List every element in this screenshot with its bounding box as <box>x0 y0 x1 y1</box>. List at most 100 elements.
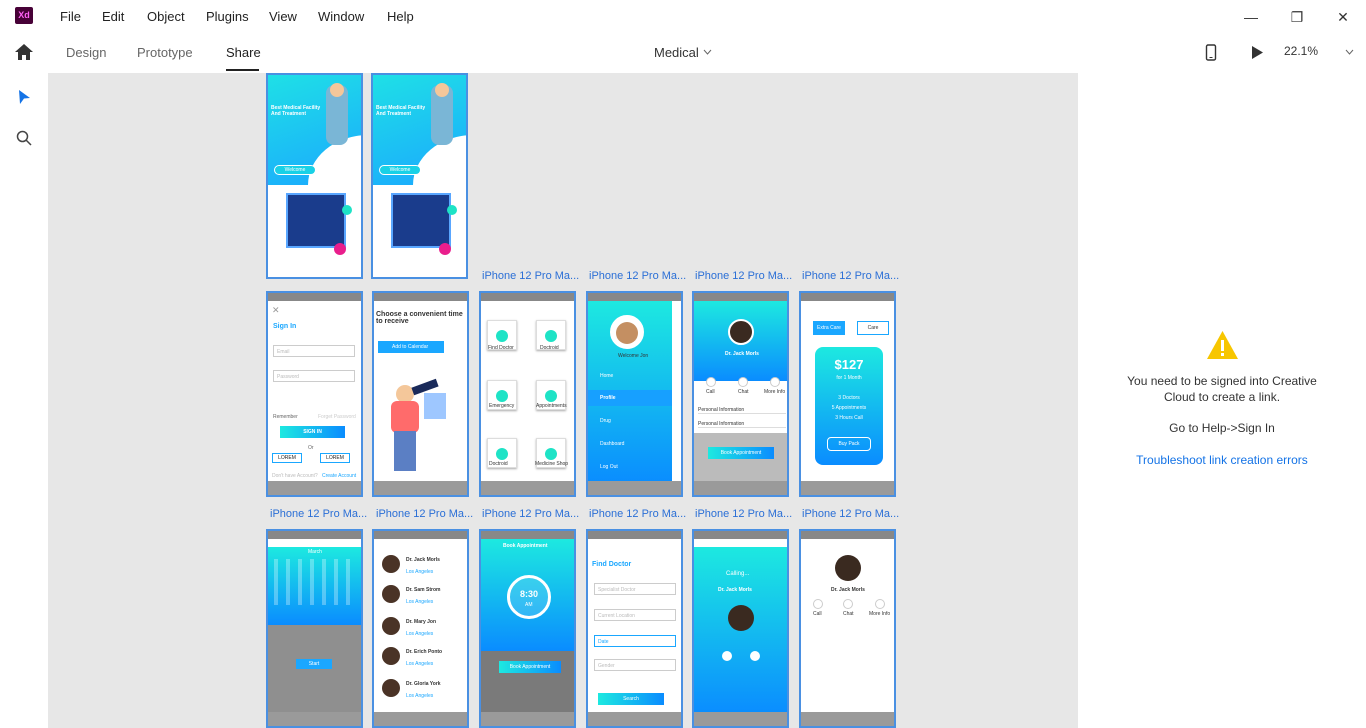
tile-label: Doctroid <box>489 461 508 467</box>
warning-icon <box>1207 331 1238 359</box>
artboard-label[interactable]: iPhone 12 Pro Ma... <box>695 270 792 282</box>
start-button: Start <box>296 659 332 669</box>
tab-design[interactable]: Design <box>66 45 106 60</box>
buy-button: Buy Pack <box>827 437 871 451</box>
mobile-preview-icon[interactable] <box>1205 44 1217 61</box>
doctor-list-name: Dr. Jack Morls <box>406 557 440 563</box>
action-label: More Info <box>764 389 786 395</box>
action-label: Chat <box>843 611 854 617</box>
tab-prototype[interactable]: Prototype <box>137 45 193 60</box>
search-field: Gender <box>594 659 676 671</box>
lorem-button: LOREM <box>272 453 302 463</box>
canvas[interactable]: Best Medical Facility And Treatment Welc… <box>48 73 1078 728</box>
document-title[interactable]: Medical <box>654 45 699 60</box>
find-doctor-title: Find Doctor <box>592 561 632 568</box>
remember-label: Remember <box>273 414 298 420</box>
troubleshoot-link[interactable]: Troubleshoot link creation errors <box>1078 453 1366 467</box>
personal-info-row: Personal Information <box>698 421 786 428</box>
book-title: Book Appointment <box>503 543 548 549</box>
artboard-calling[interactable]: Calling... Dr. Jack Morls <box>692 529 789 728</box>
menu-view[interactable]: View <box>269 9 297 24</box>
search-icon[interactable] <box>16 130 32 146</box>
drawer-item: Log Out <box>600 464 618 470</box>
artboard-dashboard[interactable]: Find Doctor Doctroid Emergency Appointme… <box>479 291 576 497</box>
chevron-down-icon[interactable] <box>703 49 712 55</box>
artboard-label[interactable]: iPhone 12 Pro Ma... <box>376 508 473 520</box>
tile-label: Find Doctor <box>488 345 514 351</box>
artboard-drawer[interactable]: Welcome Jon Home Profile Drug Dashboard … <box>586 291 683 497</box>
artboard-sign-in[interactable]: ✕ Sign In Email Password Remember Forget… <box>266 291 363 497</box>
home-icon[interactable] <box>14 43 34 61</box>
artboard-pricing[interactable]: Extra Care Care $127 for 1 Month 3 Docto… <box>799 291 896 497</box>
maximize-icon[interactable]: ❐ <box>1287 7 1307 27</box>
artboard-label[interactable]: iPhone 12 Pro Ma... <box>802 270 899 282</box>
menu-plugins[interactable]: Plugins <box>206 9 249 24</box>
play-icon[interactable] <box>1251 45 1264 60</box>
search-field: Date <box>594 635 676 647</box>
signin-button: SIGN IN <box>280 426 345 438</box>
artboard-label[interactable]: iPhone 12 Pro Ma... <box>589 270 686 282</box>
no-account: Don't have Account? <box>272 473 318 479</box>
doctor-location: Los Angeles <box>406 569 434 575</box>
artboard-doctor-profile[interactable]: Dr. Jack Morls Call Chat More Info Perso… <box>692 291 789 497</box>
welcome-title: Best Medical Facility And Treatment <box>271 105 321 117</box>
artboard-find-doctor[interactable]: Find Doctor Specialist Doctor Current Lo… <box>586 529 683 728</box>
personal-info-row: Personal Information <box>698 407 786 414</box>
calendar-button: Add to Calendar <box>378 341 444 353</box>
artboard-label[interactable]: iPhone 12 Pro Ma... <box>695 508 792 520</box>
doctor-location: Los Angeles <box>406 631 434 637</box>
plan-tab: Care <box>857 321 889 335</box>
zoom-level[interactable]: 22.1% <box>1284 44 1318 58</box>
doctor-list-name: Dr. Erich Ponto <box>406 649 443 655</box>
artboard-welcome-1[interactable]: Best Medical Facility And Treatment Welc… <box>266 73 363 279</box>
menu-window[interactable]: Window <box>318 9 364 24</box>
sign-in-message: You need to be signed into Creative Clou… <box>1127 374 1317 404</box>
artboard-choose-time[interactable]: Choose a convenient time to receive Add … <box>372 291 469 497</box>
sign-in-hint: Go to Help->Sign In <box>1169 421 1275 435</box>
close-icon[interactable]: ✕ <box>1333 7 1353 27</box>
tile-label: Medicine Shop <box>535 461 569 467</box>
menu-object[interactable]: Object <box>147 9 185 24</box>
tile-label: Doctroid <box>540 345 559 351</box>
menu-help[interactable]: Help <box>387 9 414 24</box>
artboard-welcome-2[interactable]: Best Medical Facility And Treatment Welc… <box>371 73 468 279</box>
artboard-doctor-profile-2[interactable]: Dr. Jack Morls Call Chat More Info <box>799 529 896 728</box>
action-label: More Info <box>869 611 891 617</box>
email-field: Email <box>273 345 355 357</box>
tab-share[interactable]: Share <box>226 45 261 60</box>
left-toolbar <box>0 73 48 728</box>
doctor-name: Dr. Jack Morls <box>725 351 759 357</box>
zoom-dropdown-icon[interactable] <box>1345 49 1354 55</box>
artboard-calendar[interactable]: March Start <box>266 529 363 728</box>
doctor-name: Dr. Jack Morls <box>831 587 865 593</box>
artboard-label[interactable]: iPhone 12 Pro Ma... <box>482 270 579 282</box>
time-ampm: AM <box>525 602 533 608</box>
artboard-label[interactable]: iPhone 12 Pro Ma... <box>589 508 686 520</box>
artboard-label[interactable]: iPhone 12 Pro Ma... <box>802 508 899 520</box>
doctor-location: Los Angeles <box>406 693 434 699</box>
minimize-icon[interactable]: — <box>1241 7 1261 27</box>
search-button: Search <box>598 693 664 705</box>
select-tool-icon[interactable] <box>17 89 31 106</box>
welcome-button: Welcome <box>274 165 316 175</box>
doctor-list-name: Dr. Sam Strom <box>406 587 441 593</box>
menu-file[interactable]: File <box>60 9 81 24</box>
share-panel: You need to be signed into Creative Clou… <box>1078 73 1366 728</box>
password-field: Password <box>273 370 355 382</box>
price-period: for 1 Month <box>836 375 862 381</box>
xd-logo-icon: Xd <box>15 7 33 24</box>
book-button: Book Appointment <box>708 447 774 459</box>
artboard-doctor-list[interactable]: Dr. Jack Morls Los Angeles Dr. Sam Strom… <box>372 529 469 728</box>
calling-status: Calling... <box>726 571 750 577</box>
user-name: Welcome Jon <box>618 353 649 359</box>
search-field: Specialist Doctor <box>594 583 676 595</box>
forgot-link: Forget Password <box>318 414 356 420</box>
book-button: Book Appointment <box>499 661 561 673</box>
search-field: Current Location <box>594 609 676 621</box>
artboard-label[interactable]: iPhone 12 Pro Ma... <box>270 508 367 520</box>
feature: 5 Appointments <box>831 405 867 411</box>
artboard-label[interactable]: iPhone 12 Pro Ma... <box>482 508 579 520</box>
menu-edit[interactable]: Edit <box>102 9 124 24</box>
artboard-book-appointment[interactable]: Book Appointment 8:30 AM Book Appointmen… <box>479 529 576 728</box>
doctor-name: Dr. Jack Morls <box>718 587 752 593</box>
